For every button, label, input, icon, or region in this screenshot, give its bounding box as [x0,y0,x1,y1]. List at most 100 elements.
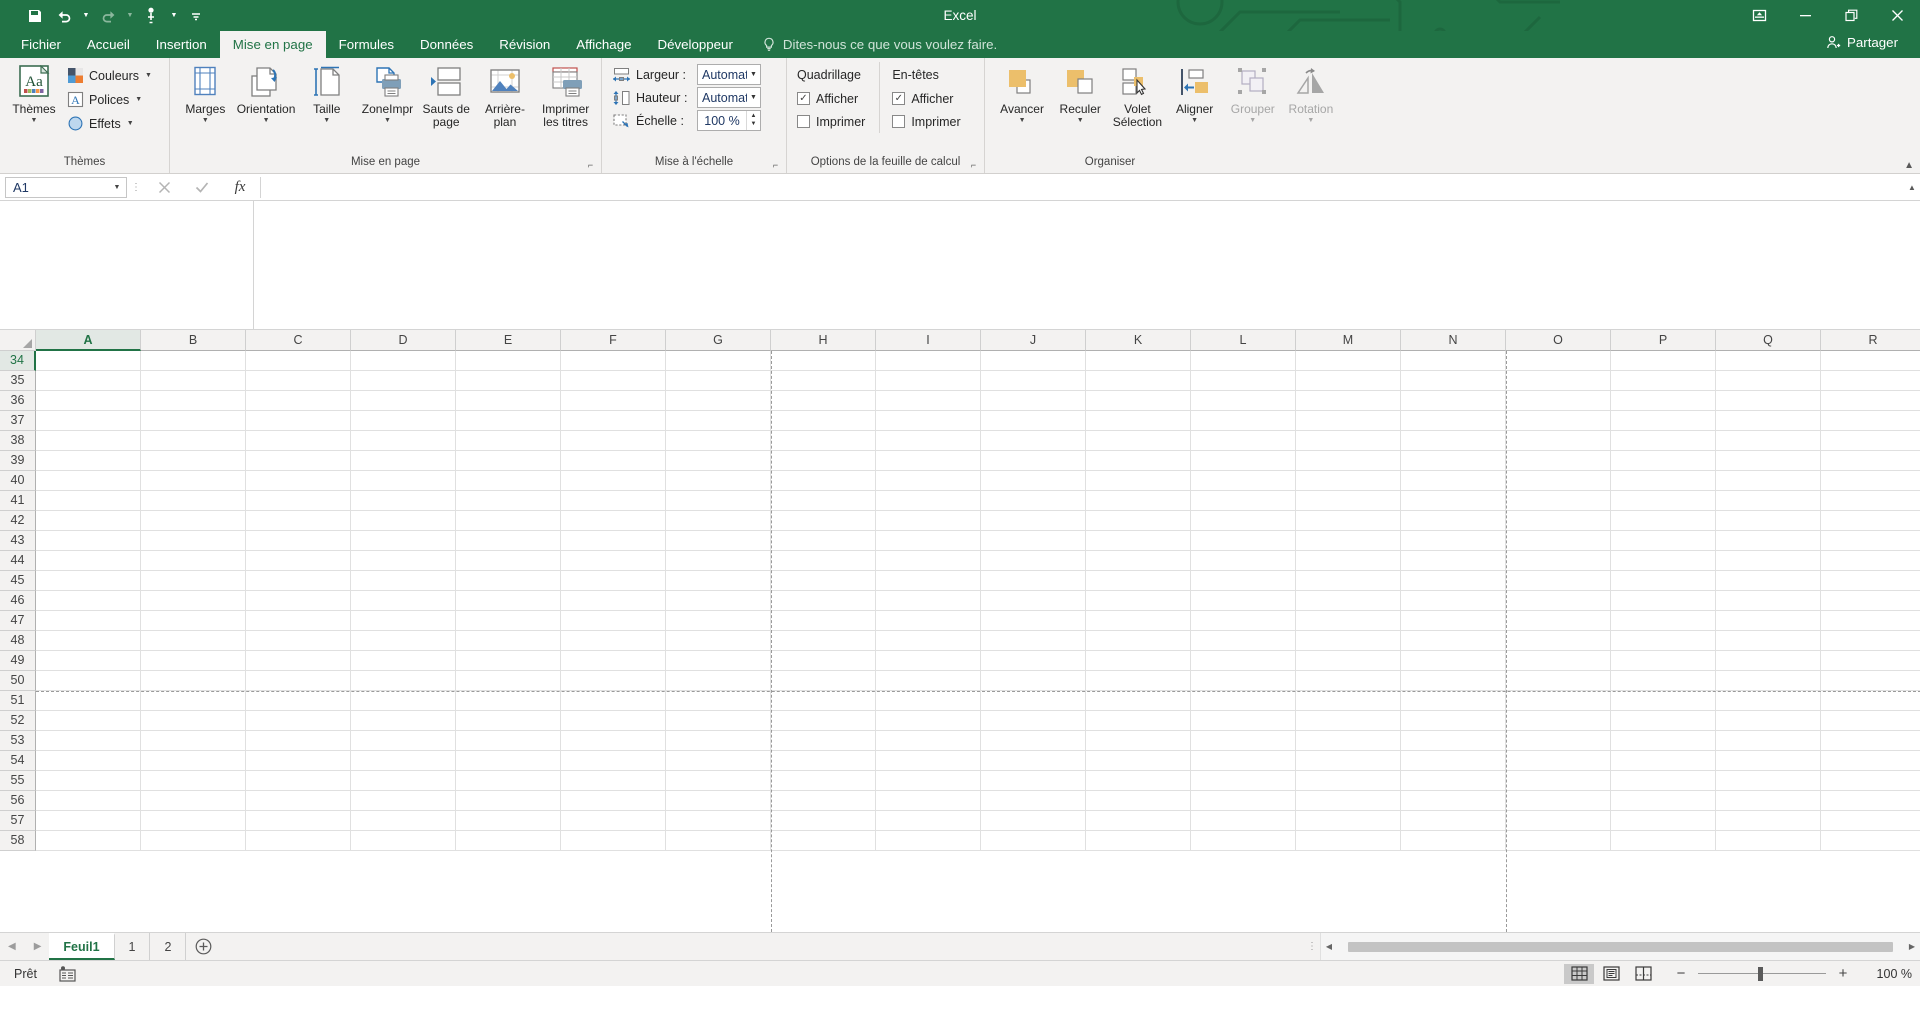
cell-Q37[interactable] [1716,411,1821,431]
cell-D58[interactable] [351,831,456,851]
cell-M52[interactable] [1296,711,1401,731]
formula-expanded-input[interactable] [253,201,1920,329]
cell-C42[interactable] [246,511,351,531]
cell-P34[interactable] [1611,351,1716,371]
cell-E36[interactable] [456,391,561,411]
cell-A46[interactable] [36,591,141,611]
cell-B55[interactable] [141,771,246,791]
cell-I35[interactable] [876,371,981,391]
cell-A35[interactable] [36,371,141,391]
column-header-H[interactable]: H [771,330,876,351]
triangle-left-icon[interactable]: ◀ [8,941,16,952]
cell-L50[interactable] [1191,671,1296,691]
cell-N52[interactable] [1401,711,1506,731]
chevron-down-icon[interactable]: ▼ [747,94,760,101]
cell-B58[interactable] [141,831,246,851]
cell-N57[interactable] [1401,811,1506,831]
cell-J36[interactable] [981,391,1086,411]
cell-G47[interactable] [666,611,771,631]
cell-C57[interactable] [246,811,351,831]
cell-G38[interactable] [666,431,771,451]
touch-mode-button[interactable] [139,4,165,28]
cell-F40[interactable] [561,471,666,491]
cell-N48[interactable] [1401,631,1506,651]
cell-B37[interactable] [141,411,246,431]
cell-C37[interactable] [246,411,351,431]
cell-Q35[interactable] [1716,371,1821,391]
cell-P58[interactable] [1611,831,1716,851]
cell-Q41[interactable] [1716,491,1821,511]
cancel-formula-button[interactable] [145,177,183,198]
cell-Q55[interactable] [1716,771,1821,791]
cell-H38[interactable] [771,431,876,451]
cell-E51[interactable] [456,691,561,711]
cell-D54[interactable] [351,751,456,771]
cell-R39[interactable] [1821,451,1920,471]
cell-B41[interactable] [141,491,246,511]
cell-O46[interactable] [1506,591,1611,611]
cell-Q45[interactable] [1716,571,1821,591]
cell-F48[interactable] [561,631,666,651]
cell-C43[interactable] [246,531,351,551]
cell-Q36[interactable] [1716,391,1821,411]
row-header-34[interactable]: 34 [0,351,36,371]
close-button[interactable] [1874,0,1920,31]
cell-C46[interactable] [246,591,351,611]
chevron-down-icon[interactable]: ▼ [1249,117,1256,125]
cell-E48[interactable] [456,631,561,651]
chevron-down-icon[interactable]: ▼ [263,117,270,125]
cell-B39[interactable] [141,451,246,471]
tab-developpeur[interactable]: Développeur [644,31,745,58]
cell-F52[interactable] [561,711,666,731]
cell-K46[interactable] [1086,591,1191,611]
cell-B38[interactable] [141,431,246,451]
cell-K41[interactable] [1086,491,1191,511]
cell-E52[interactable] [456,711,561,731]
cell-L49[interactable] [1191,651,1296,671]
width-combo[interactable]: Automatique ▼ [697,64,761,85]
column-header-I[interactable]: I [876,330,981,351]
cell-J57[interactable] [981,811,1086,831]
cell-H40[interactable] [771,471,876,491]
cell-N55[interactable] [1401,771,1506,791]
cell-B42[interactable] [141,511,246,531]
cell-B54[interactable] [141,751,246,771]
cell-D48[interactable] [351,631,456,651]
touch-mode-dropdown-icon[interactable]: ▼ [168,4,180,28]
cell-H43[interactable] [771,531,876,551]
cell-L44[interactable] [1191,551,1296,571]
cell-C41[interactable] [246,491,351,511]
cell-D57[interactable] [351,811,456,831]
sheet-tab-feuil1[interactable]: Feuil1 [49,933,115,960]
cell-C40[interactable] [246,471,351,491]
cell-R55[interactable] [1821,771,1920,791]
cell-K39[interactable] [1086,451,1191,471]
row-header-35[interactable]: 35 [0,371,36,391]
column-header-J[interactable]: J [981,330,1086,351]
cell-H49[interactable] [771,651,876,671]
triangle-right-icon[interactable]: ▶ [34,941,42,952]
cell-I38[interactable] [876,431,981,451]
cell-A52[interactable] [36,711,141,731]
cell-L53[interactable] [1191,731,1296,751]
cell-K57[interactable] [1086,811,1191,831]
cell-H34[interactable] [771,351,876,371]
row-header-37[interactable]: 37 [0,411,36,431]
row-header-49[interactable]: 49 [0,651,36,671]
cell-R40[interactable] [1821,471,1920,491]
name-box[interactable]: A1 ▼ [5,176,127,198]
chevron-down-icon[interactable]: ▼ [127,120,134,127]
horizontal-scroll-track[interactable] [1338,939,1903,954]
redo-dropdown-icon[interactable]: ▼ [124,4,136,28]
cell-J47[interactable] [981,611,1086,631]
cell-R42[interactable] [1821,511,1920,531]
cell-J51[interactable] [981,691,1086,711]
column-header-C[interactable]: C [246,330,351,351]
cell-J37[interactable] [981,411,1086,431]
cell-O38[interactable] [1506,431,1611,451]
cell-N43[interactable] [1401,531,1506,551]
cell-R47[interactable] [1821,611,1920,631]
cell-L51[interactable] [1191,691,1296,711]
cell-J41[interactable] [981,491,1086,511]
cell-O39[interactable] [1506,451,1611,471]
